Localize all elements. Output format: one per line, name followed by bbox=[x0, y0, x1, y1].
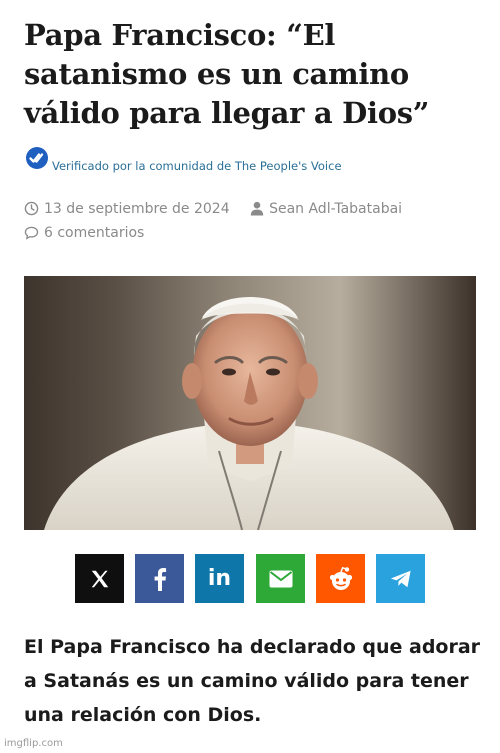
verified-badge-icon bbox=[26, 147, 48, 169]
share-reddit-button[interactable] bbox=[316, 554, 365, 603]
article-title: Papa Francisco: “El satanismo es un cami… bbox=[24, 18, 430, 130]
article-meta: 13 de septiembre de 2024 Sean Adl-Tabata… bbox=[24, 201, 402, 217]
pope-portrait-image bbox=[44, 297, 454, 530]
share-x-button[interactable] bbox=[75, 554, 124, 603]
linkedin-icon: in bbox=[207, 566, 232, 591]
facebook-icon bbox=[154, 567, 166, 591]
watermark: imgflip.com bbox=[4, 738, 63, 749]
x-icon bbox=[91, 570, 108, 587]
telegram-icon bbox=[390, 570, 411, 587]
reddit-icon bbox=[329, 566, 352, 590]
share-facebook-button[interactable] bbox=[135, 554, 184, 603]
verified-text[interactable]: Verificado por la comunidad de The Peopl… bbox=[52, 159, 342, 173]
mail-icon bbox=[269, 570, 292, 587]
comment-icon bbox=[24, 226, 39, 240]
share-buttons: in bbox=[75, 554, 425, 604]
share-telegram-button[interactable] bbox=[376, 554, 425, 603]
share-linkedin-button[interactable]: in bbox=[195, 554, 244, 603]
comments-link[interactable]: 6 comentarios bbox=[24, 225, 144, 241]
article-lead: El Papa Francisco ha declarado que adora… bbox=[24, 636, 481, 726]
user-icon bbox=[250, 201, 264, 216]
article-date: 13 de septiembre de 2024 bbox=[44, 201, 230, 217]
article-photo bbox=[24, 276, 476, 530]
clock-icon bbox=[24, 201, 39, 216]
share-email-button[interactable] bbox=[256, 554, 305, 603]
article-author[interactable]: Sean Adl-Tabatabai bbox=[269, 201, 402, 217]
comments-count: 6 comentarios bbox=[44, 225, 145, 241]
verified-row: Verificado por la comunidad de The Peopl… bbox=[24, 145, 484, 175]
